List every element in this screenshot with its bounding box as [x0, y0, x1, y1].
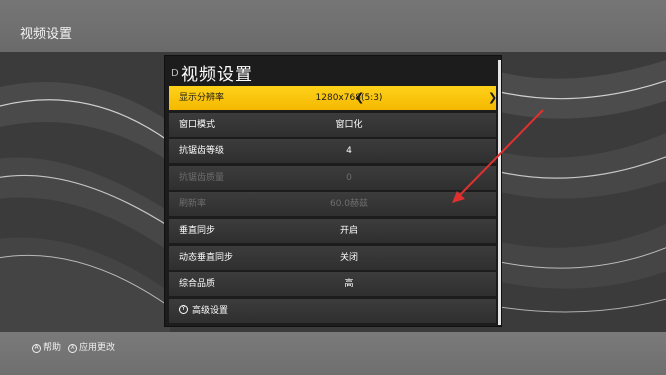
setting-label: 刷新率 [179, 199, 207, 210]
setting-row-resolution[interactable]: 显示分辨率 ❮ 1280x768(5:3) ❯ [169, 86, 497, 110]
setting-row-advanced[interactable]: Y 高级设置 [169, 298, 496, 323]
apply-changes-label: 应用更改 [79, 343, 116, 353]
game-screen: 视频设置 D 视频设置 显示分辨率 ❮ 1280x768(5:3) ❯ 窗口模式… [0, 0, 666, 375]
top-bar: 视频设置 [0, 0, 666, 52]
setting-value: 4 [346, 146, 352, 157]
setting-label: 动态垂直同步 [179, 252, 234, 263]
panel-title: 视频设置 [181, 65, 253, 85]
panel-tab-icon: D [171, 68, 179, 79]
panel-scrollbar[interactable] [498, 60, 501, 325]
advanced-settings-label: 高级设置 [192, 305, 229, 316]
window-title: 视频设置 [20, 27, 73, 42]
setting-value: 1280x768(5:3) [315, 93, 383, 103]
arrow-right-icon[interactable]: ❯ [488, 86, 497, 110]
setting-label: 窗口模式 [179, 119, 216, 130]
controller-y-button-icon: Y [179, 304, 188, 314]
setting-row-antialias-quality: 抗锯齿质量 0 [169, 165, 496, 190]
controller-a-button-icon: A [32, 343, 41, 353]
setting-label: 垂直同步 [179, 225, 216, 236]
setting-label: 综合品质 [179, 279, 216, 290]
setting-value: 高 [344, 279, 354, 290]
setting-value: 窗口化 [335, 119, 363, 130]
apply-changes-hint[interactable]: X 应用更改 [68, 341, 115, 355]
setting-label-wrapper: Y 高级设置 [179, 299, 228, 323]
setting-value: 关闭 [339, 252, 358, 263]
setting-row-window-mode[interactable]: 窗口模式 窗口化 [169, 112, 496, 137]
setting-label: 抗锯齿质量 [179, 172, 225, 183]
video-settings-panel: D 视频设置 显示分辨率 ❮ 1280x768(5:3) ❯ 窗口模式 窗口化 … [164, 55, 502, 327]
setting-value: 0 [346, 172, 352, 183]
setting-label: 显示分辨率 [179, 93, 225, 103]
setting-value: 60.0赫兹 [329, 199, 369, 210]
controller-x-button-icon: X [68, 343, 77, 353]
setting-row-refresh-rate: 刷新率 60.0赫兹 [169, 192, 496, 217]
setting-row-antialias-level[interactable]: 抗锯齿等级 4 [169, 139, 496, 164]
setting-row-vsync[interactable]: 垂直同步 开启 [169, 218, 496, 243]
setting-value: 开启 [339, 225, 358, 236]
help-label: 帮助 [43, 343, 62, 353]
help-hint[interactable]: A 帮助 [32, 341, 61, 355]
settings-list: 显示分辨率 ❮ 1280x768(5:3) ❯ 窗口模式 窗口化 抗锯齿等级 4… [169, 86, 497, 325]
setting-label: 抗锯齿等级 [179, 146, 225, 157]
setting-row-dynamic-vsync[interactable]: 动态垂直同步 关闭 [169, 245, 496, 270]
setting-row-overall-quality[interactable]: 综合品质 高 [169, 272, 496, 297]
